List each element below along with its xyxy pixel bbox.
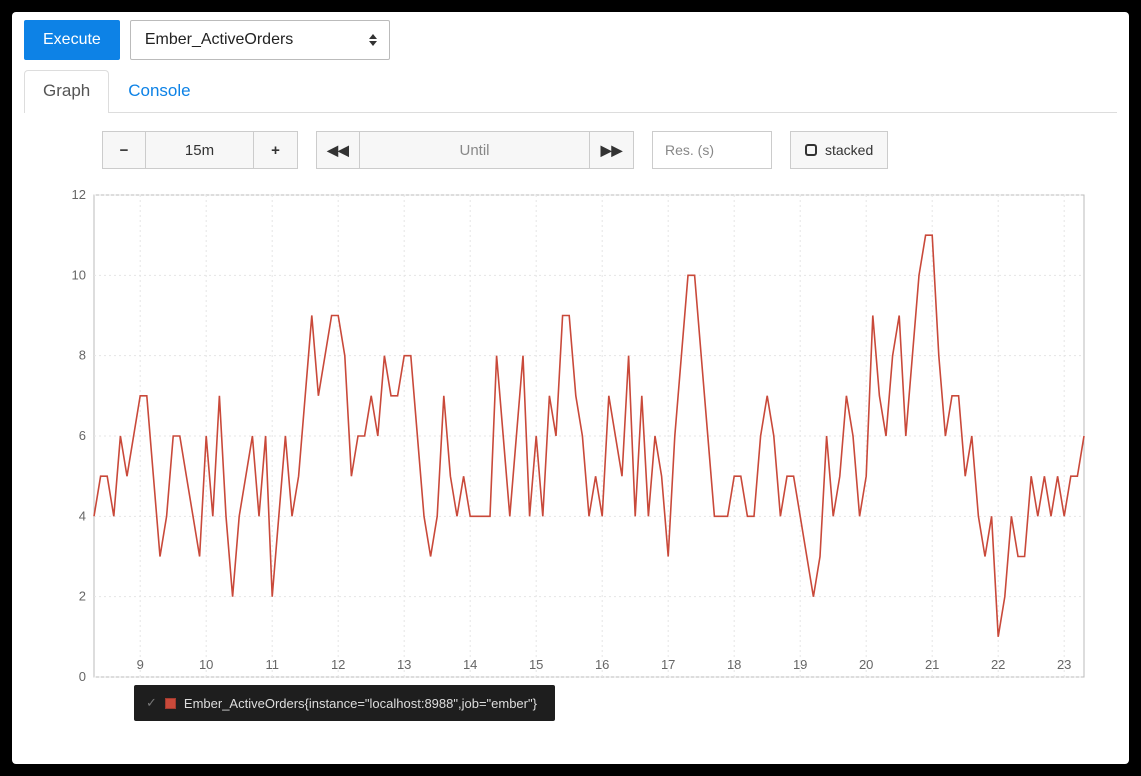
legend-series-label: Ember_ActiveOrders{instance="localhost:8… xyxy=(184,696,537,711)
until-input[interactable]: Until xyxy=(360,131,590,169)
svg-text:10: 10 xyxy=(199,657,213,672)
fast-forward-icon: ▶▶ xyxy=(601,142,623,159)
legend-swatch xyxy=(165,698,176,709)
until-group: ◀◀ Until ▶▶ xyxy=(316,131,634,169)
range-increase-button[interactable]: + xyxy=(254,131,298,169)
rewind-icon: ◀◀ xyxy=(327,142,349,159)
query-select[interactable]: Ember_ActiveOrders xyxy=(130,20,390,60)
until-back-button[interactable]: ◀◀ xyxy=(316,131,360,169)
svg-text:23: 23 xyxy=(1057,657,1071,672)
svg-text:14: 14 xyxy=(463,657,477,672)
svg-text:6: 6 xyxy=(79,428,86,443)
svg-text:10: 10 xyxy=(72,267,86,282)
chart-area[interactable]: 0 2 4 6 8 10 12 9 10 11 12 13 14 15 16 17 18 19 20 21 22 23 ✓… xyxy=(54,187,1097,717)
svg-text:12: 12 xyxy=(72,187,86,202)
svg-text:0: 0 xyxy=(79,669,86,684)
svg-text:12: 12 xyxy=(331,657,345,672)
svg-text:19: 19 xyxy=(793,657,807,672)
resolution-input[interactable]: Res. (s) xyxy=(652,131,772,169)
app-frame: Execute Ember_ActiveOrders Graph Console… xyxy=(12,12,1129,764)
query-select-value: Ember_ActiveOrders xyxy=(145,31,294,49)
tab-console[interactable]: Console xyxy=(109,70,209,113)
svg-text:11: 11 xyxy=(265,657,279,672)
execute-button[interactable]: Execute xyxy=(24,20,120,60)
until-forward-button[interactable]: ▶▶ xyxy=(590,131,634,169)
minus-icon: − xyxy=(120,142,129,159)
svg-text:15: 15 xyxy=(529,657,543,672)
range-decrease-button[interactable]: − xyxy=(102,131,146,169)
range-input[interactable]: 15m xyxy=(146,131,254,169)
svg-text:4: 4 xyxy=(79,508,86,523)
tabs: Graph Console xyxy=(24,70,1117,113)
check-icon: ✓ xyxy=(146,695,157,711)
time-range-group: − 15m + xyxy=(102,131,298,169)
svg-text:21: 21 xyxy=(925,657,939,672)
legend[interactable]: ✓ Ember_ActiveOrders{instance="localhost… xyxy=(134,685,555,721)
svg-text:9: 9 xyxy=(137,657,144,672)
svg-text:18: 18 xyxy=(727,657,741,672)
plus-icon: + xyxy=(271,142,280,159)
svg-text:13: 13 xyxy=(397,657,411,672)
top-toolbar: Execute Ember_ActiveOrders xyxy=(24,20,1117,60)
svg-text:22: 22 xyxy=(991,657,1005,672)
stacked-toggle[interactable]: stacked xyxy=(790,131,888,169)
tab-graph[interactable]: Graph xyxy=(24,70,109,113)
controls-row: − 15m + ◀◀ Until ▶▶ Res. (s) stacked xyxy=(24,131,1117,169)
svg-text:8: 8 xyxy=(79,348,86,363)
svg-text:20: 20 xyxy=(859,657,873,672)
chevron-sort-icon xyxy=(369,34,377,46)
stacked-label: stacked xyxy=(825,142,873,158)
svg-text:2: 2 xyxy=(79,589,86,604)
stack-icon xyxy=(805,144,817,156)
svg-text:16: 16 xyxy=(595,657,609,672)
svg-text:17: 17 xyxy=(661,657,675,672)
